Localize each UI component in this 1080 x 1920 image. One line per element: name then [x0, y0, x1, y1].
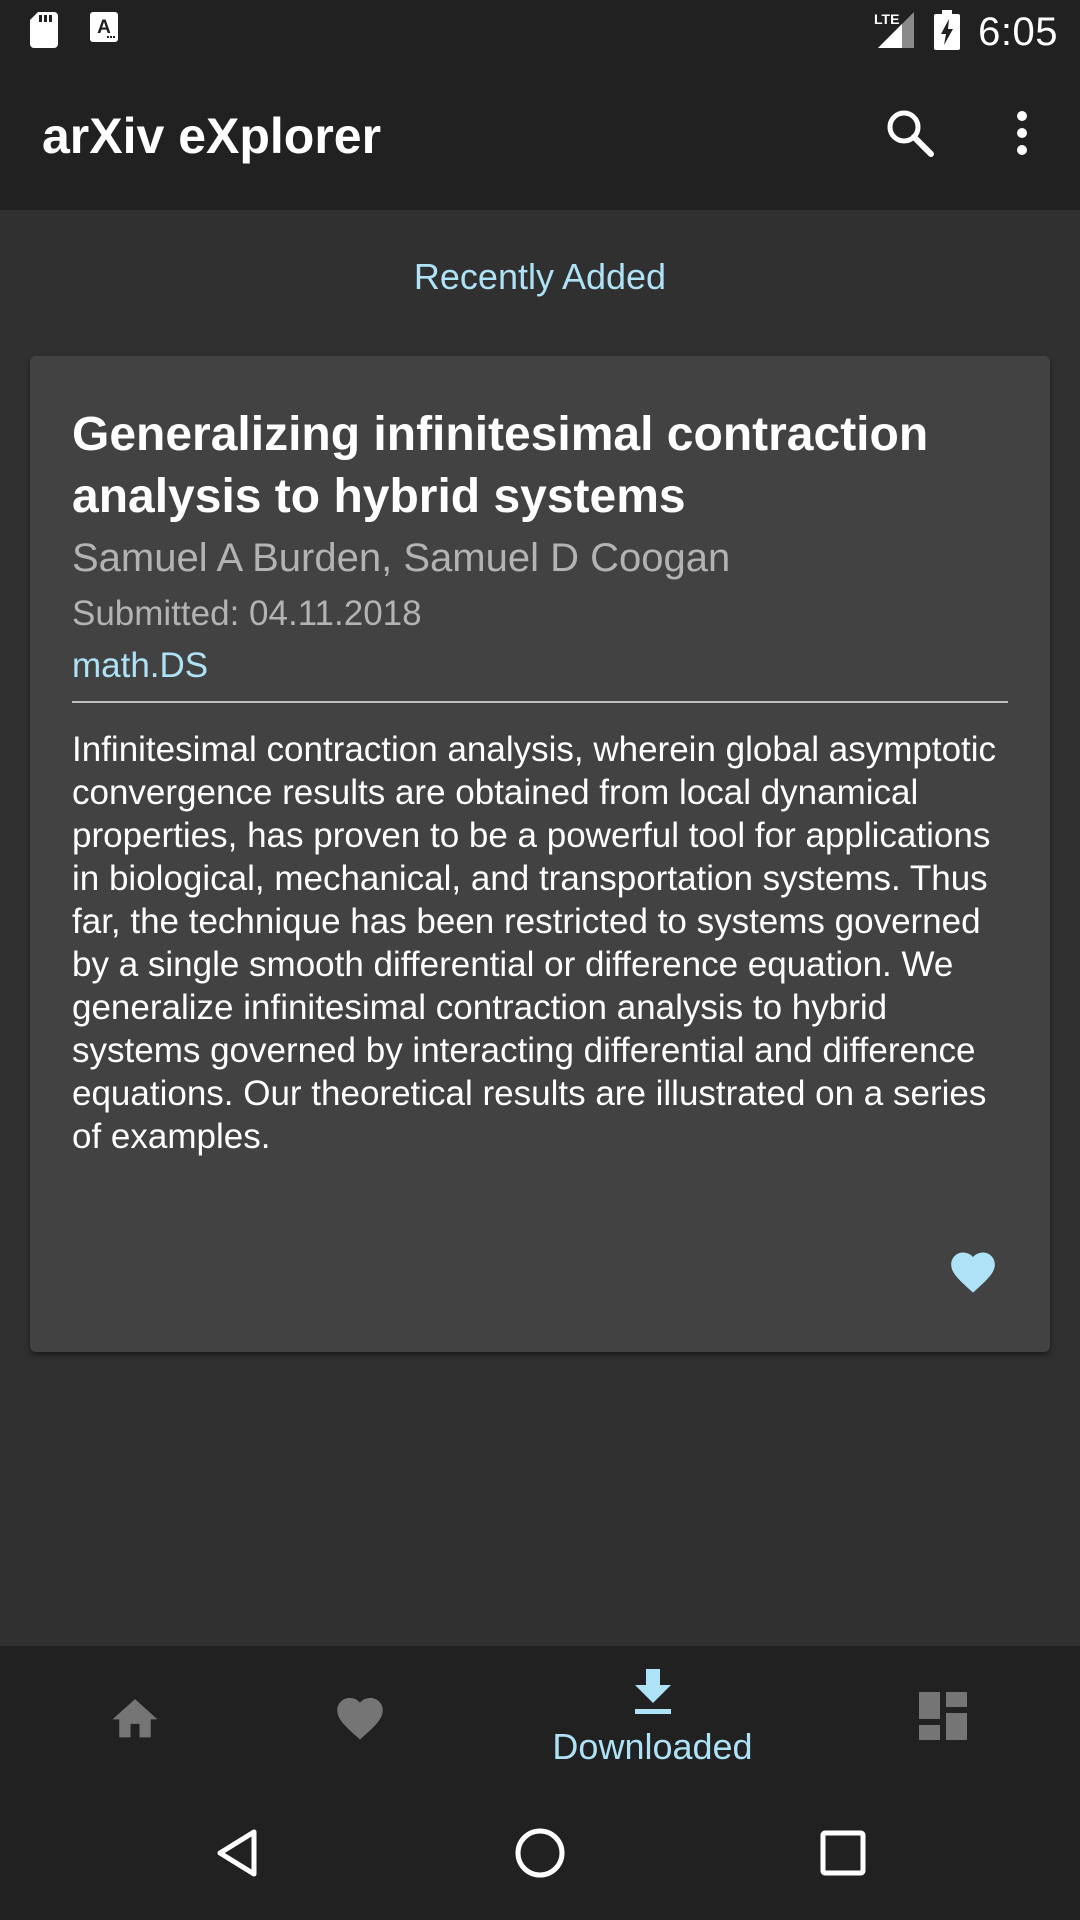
heart-icon	[332, 1691, 388, 1746]
system-back-button[interactable]	[202, 1820, 272, 1890]
system-recents-button[interactable]	[808, 1820, 878, 1890]
sd-card-icon	[30, 12, 58, 53]
svg-text:A: A	[97, 17, 111, 38]
search-icon	[885, 108, 935, 163]
nav-item-downloaded[interactable]: Downloaded	[530, 1646, 775, 1790]
app-notification-icon: A	[90, 12, 118, 53]
bottom-navigation: Downloaded	[0, 1646, 1080, 1790]
nav-label-downloaded: Downloaded	[552, 1725, 753, 1767]
download-icon	[633, 1668, 673, 1720]
nav-item-favorites[interactable]	[305, 1646, 415, 1790]
more-vert-icon	[1015, 110, 1029, 161]
favorite-button[interactable]	[942, 1244, 1004, 1300]
paper-title: Generalizing infinitesimal contraction a…	[72, 408, 929, 523]
back-triangle-icon	[214, 1828, 260, 1883]
battery-charging-icon	[934, 9, 961, 55]
section-title: Recently Added	[413, 256, 667, 297]
recents-square-icon	[820, 1830, 866, 1881]
status-notifications: A	[30, 12, 118, 53]
lte-signal-icon: LTE	[872, 10, 916, 55]
paper-authors: Samuel A Burden, Samuel D Coogan	[72, 536, 731, 580]
more-options-button[interactable]	[990, 103, 1054, 167]
screen: A LTE 6:05 arXiv eXplorer Recently Added…	[0, 0, 1080, 1920]
app-bar: arXiv eXplorer	[0, 63, 1080, 210]
dashboard-icon	[919, 1691, 967, 1745]
home-icon	[108, 1692, 162, 1745]
nav-item-home[interactable]	[80, 1646, 190, 1790]
search-button[interactable]	[878, 103, 942, 167]
lte-label: LTE	[874, 11, 899, 27]
paper-category[interactable]: math.DS	[72, 646, 208, 686]
app-title: arXiv eXplorer	[42, 108, 382, 164]
heart-icon	[946, 1246, 1000, 1299]
nav-item-dashboard[interactable]	[888, 1646, 998, 1790]
status-time: 6:05	[978, 9, 1058, 54]
paper-card[interactable]: Generalizing infinitesimal contraction a…	[30, 356, 1050, 1352]
paper-abstract: Infinitesimal contraction analysis, wher…	[72, 730, 997, 1156]
status-system: LTE 6:05	[872, 8, 1058, 56]
home-circle-icon	[514, 1827, 566, 1884]
card-divider	[72, 701, 1008, 703]
system-navigation-bar	[0, 1790, 1080, 1920]
system-home-button[interactable]	[505, 1820, 575, 1890]
status-bar: A LTE 6:05	[0, 0, 1080, 63]
paper-submitted-date: Submitted: 04.11.2018	[72, 594, 422, 633]
